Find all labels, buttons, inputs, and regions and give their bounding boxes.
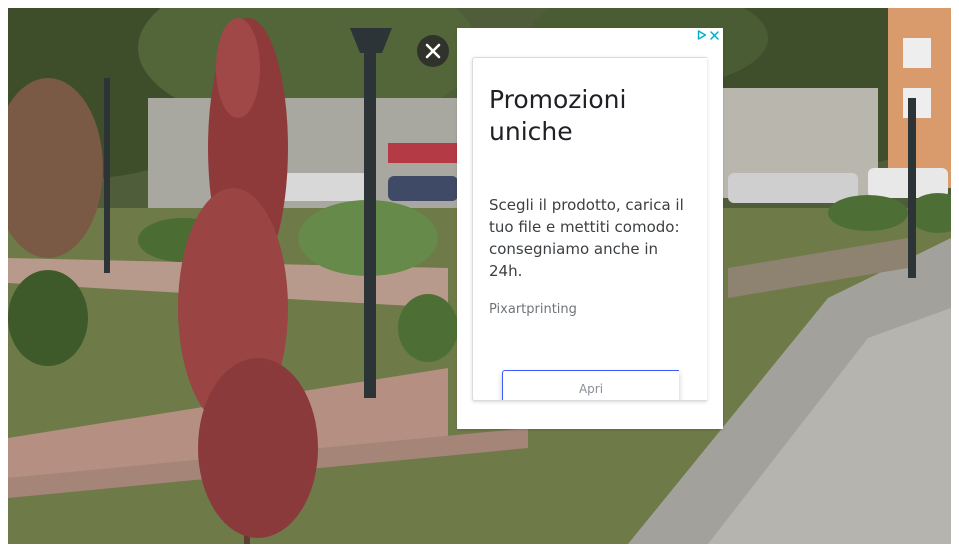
open-button[interactable]: Apri xyxy=(502,370,679,400)
ad-panel: Promozioni uniche Scegli il prodotto, ca… xyxy=(457,28,723,429)
ad-headline[interactable]: Promozioni uniche xyxy=(489,84,689,148)
ad-card[interactable]: Promozioni uniche Scegli il prodotto, ca… xyxy=(472,57,707,401)
ad-body-text[interactable]: Scegli il prodotto, carica il tuo file e… xyxy=(489,194,691,282)
ad-advertiser[interactable]: Pixartprinting xyxy=(489,302,577,317)
close-button[interactable] xyxy=(417,35,449,67)
close-icon xyxy=(425,43,441,59)
adchoices-icon xyxy=(697,30,707,40)
close-x-icon[interactable] xyxy=(710,30,719,40)
adchoices-badge[interactable] xyxy=(697,29,719,41)
